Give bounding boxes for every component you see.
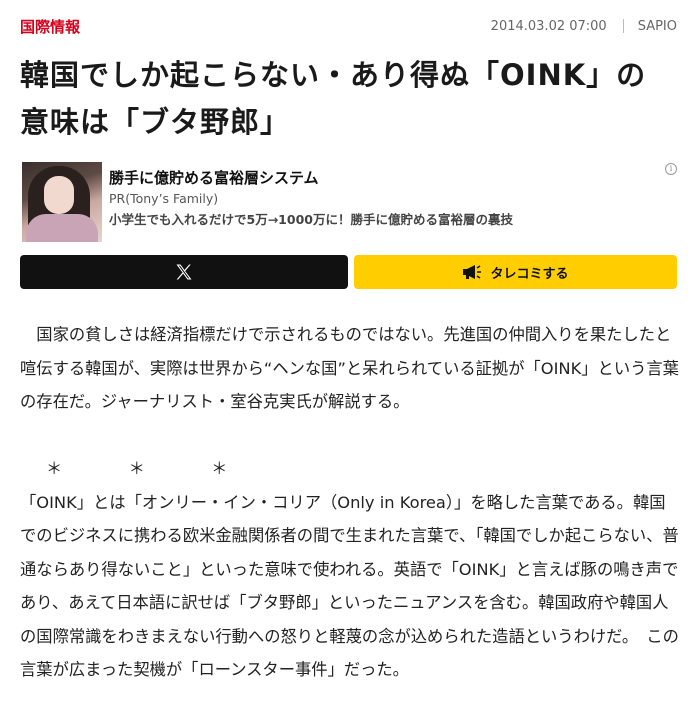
publish-date: 2014.03.02 07:00 bbox=[490, 18, 607, 34]
ad-title[interactable]: 勝手に億貯める富裕層システム bbox=[109, 167, 319, 188]
tarekomi-label: タレコミする bbox=[490, 266, 569, 282]
ad-thumbnail[interactable] bbox=[22, 162, 102, 242]
ad-description[interactable]: 小学生でも入れるだけで5万→1000万に！勝手に億貯める富裕層の裏技 bbox=[109, 209, 513, 228]
title-line-1: 韓国でしか起こらない・あり得ぬ「OINK」の bbox=[20, 58, 647, 92]
share-buttons: タレコミする bbox=[20, 255, 677, 289]
x-logo-icon bbox=[176, 264, 192, 280]
title-line-2: 意味は「ブタ野郎」 bbox=[20, 105, 291, 139]
category-link[interactable]: 国際情報 bbox=[20, 16, 80, 37]
article-meta: 2014.03.02 07:00 SAPIO bbox=[491, 19, 677, 34]
article-body: 国家の貧しさは経済指標だけで示されるものではない。先進国の仲間入りを果たしたと喧… bbox=[20, 318, 681, 687]
article-header: 国際情報 2014.03.02 07:00 SAPIO bbox=[20, 14, 677, 38]
section-separator: ＊ ＊ ＊ bbox=[46, 459, 253, 478]
tarekomi-button[interactable]: タレコミする bbox=[354, 255, 677, 289]
paragraph-main: 「OINK」とは「オンリー・イン・コリア（Only in Korea）」を略した… bbox=[20, 492, 679, 680]
meta-divider bbox=[622, 19, 624, 33]
megaphone-icon bbox=[463, 265, 482, 279]
share-x-button[interactable] bbox=[20, 255, 348, 289]
info-icon[interactable]: i bbox=[665, 163, 677, 175]
source-label: SAPIO bbox=[637, 18, 677, 34]
paragraph-intro: 国家の貧しさは経済指標だけで示されるものではない。先進国の仲間入りを果たしたと喧… bbox=[20, 325, 679, 411]
sponsored-ad[interactable]: 勝手に億貯める富裕層システム PR(Tony’s Family) 小学生でも入れ… bbox=[20, 161, 677, 245]
ad-sponsor: PR(Tony’s Family) bbox=[109, 191, 219, 206]
article-title: 韓国でしか起こらない・あり得ぬ「OINK」の 意味は「ブタ野郎」 bbox=[20, 52, 679, 146]
